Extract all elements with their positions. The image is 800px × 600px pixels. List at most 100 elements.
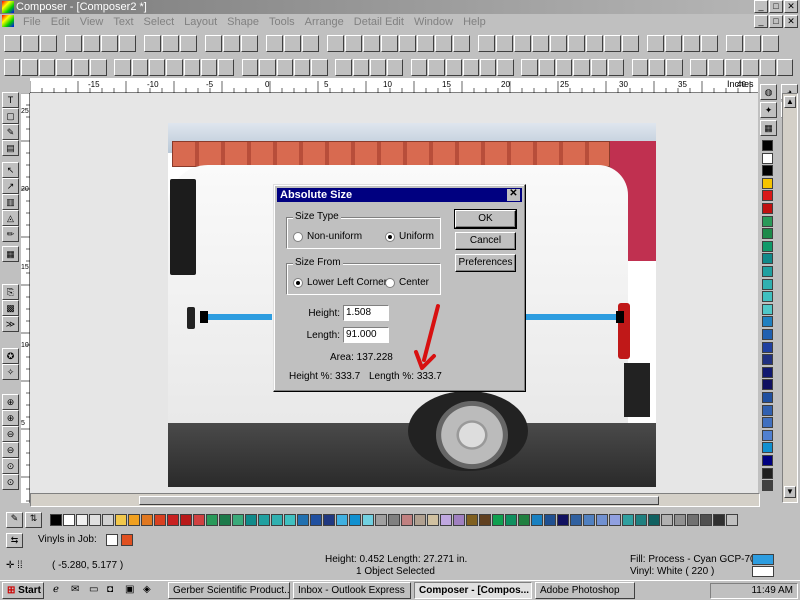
bottom-palette-swatch[interactable] xyxy=(206,514,218,526)
right-palette-swatch[interactable] xyxy=(762,417,773,429)
close-button[interactable]: ✕ xyxy=(784,0,798,13)
right-palette-swatch[interactable] xyxy=(762,442,773,454)
shape-tool-icon-25[interactable] xyxy=(462,58,480,76)
main-tool-icon-10[interactable] xyxy=(205,34,222,52)
shape-tool-icon-31[interactable] xyxy=(573,58,590,76)
mdi-minimize-button[interactable]: _ xyxy=(754,15,768,28)
shape-tool-icon-16[interactable] xyxy=(293,58,311,76)
shape-tool-icon-4[interactable] xyxy=(73,58,90,76)
bottom-palette-swatch[interactable] xyxy=(310,514,322,526)
bottom-palette-swatch[interactable] xyxy=(245,514,257,526)
bottom-palette-swatch[interactable] xyxy=(596,514,608,526)
ie-icon[interactable]: ℯ xyxy=(53,582,69,599)
document-icon[interactable] xyxy=(2,15,14,27)
color-wizard-button[interactable]: ✦ xyxy=(760,102,777,118)
left-tool-icon-1[interactable]: ▢ xyxy=(2,108,19,124)
shape-tool-icon-19[interactable] xyxy=(352,58,369,76)
main-tool-icon-1[interactable] xyxy=(22,34,39,52)
right-palette-swatch[interactable] xyxy=(762,291,773,303)
bottom-palette-swatch[interactable] xyxy=(323,514,335,526)
mdi-close-button[interactable]: ✕ xyxy=(784,15,798,28)
vinyl-swatch-white[interactable] xyxy=(106,534,118,546)
radio-center[interactable]: Center xyxy=(385,277,429,288)
shape-tool-icon-40[interactable] xyxy=(742,58,759,76)
main-tool-icon-12[interactable] xyxy=(241,34,258,52)
main-tool-icon-25[interactable] xyxy=(496,34,513,52)
right-palette-swatch[interactable] xyxy=(762,165,773,177)
horizontal-scrollbar[interactable] xyxy=(30,493,760,507)
main-tool-icon-5[interactable] xyxy=(101,34,118,52)
bottom-palette-swatch[interactable] xyxy=(336,514,348,526)
menu-tools[interactable]: Tools xyxy=(264,16,300,28)
shape-tool-icon-8[interactable] xyxy=(148,58,166,76)
mdi-restore-button[interactable]: □ xyxy=(769,15,783,28)
right-palette-swatch[interactable] xyxy=(762,341,773,353)
bottom-palette-swatch[interactable] xyxy=(713,514,725,526)
menu-view[interactable]: View xyxy=(75,16,109,28)
selection-handle-left[interactable] xyxy=(200,311,208,323)
main-tool-icon-27[interactable] xyxy=(532,34,549,52)
height-input[interactable]: 1.508 xyxy=(343,305,389,321)
radio-lower-left-corner[interactable]: Lower Left Corner xyxy=(293,277,387,288)
right-palette-swatch[interactable] xyxy=(762,480,773,492)
shape-tool-icon-3[interactable] xyxy=(55,58,73,76)
bottom-palette-swatch[interactable] xyxy=(687,514,699,526)
right-palette-swatch[interactable] xyxy=(762,215,773,227)
bottom-palette-swatch[interactable] xyxy=(479,514,491,526)
blue-stripe-left[interactable] xyxy=(204,314,272,320)
bottom-palette-swatch[interactable] xyxy=(232,514,244,526)
bottom-palette-swatch[interactable] xyxy=(362,514,374,526)
task-composer[interactable]: Composer - [Compos... xyxy=(414,582,532,599)
main-tool-icon-9[interactable] xyxy=(180,34,197,52)
shape-tool-icon-36[interactable] xyxy=(666,58,683,76)
right-palette-swatch[interactable] xyxy=(762,266,773,277)
shape-tool-icon-26[interactable] xyxy=(480,58,497,76)
main-tool-icon-3[interactable] xyxy=(65,34,82,52)
right-palette-swatch[interactable] xyxy=(762,190,773,202)
left-tool-icon-12[interactable]: ≫ xyxy=(2,316,19,332)
vinyl-swatch-red[interactable] xyxy=(121,534,133,546)
palette-swap-button[interactable]: ⇅ xyxy=(25,512,42,528)
shape-tool-icon-10[interactable] xyxy=(183,58,200,76)
grid-toggle-button[interactable]: ▦ xyxy=(760,120,777,136)
main-tool-icon-21[interactable] xyxy=(417,34,434,52)
bottom-palette-swatch[interactable] xyxy=(401,514,413,526)
main-tool-icon-17[interactable] xyxy=(345,34,362,52)
radio-lower-left-dot[interactable] xyxy=(293,277,303,288)
main-tool-icon-13[interactable] xyxy=(266,34,283,52)
right-palette-swatch[interactable] xyxy=(762,228,773,240)
bottom-palette-swatch[interactable] xyxy=(128,514,140,526)
app-icon[interactable] xyxy=(2,1,14,13)
radio-uniform-dot[interactable] xyxy=(385,231,395,242)
bottom-palette-swatch[interactable] xyxy=(453,514,465,526)
menu-detail-edit[interactable]: Detail Edit xyxy=(349,16,409,28)
right-palette-swatch[interactable] xyxy=(762,329,773,340)
fill-tool-button[interactable]: ◍ xyxy=(760,84,777,100)
radio-non-uniform-dot[interactable] xyxy=(293,231,303,242)
shape-tool-icon-13[interactable] xyxy=(242,58,259,76)
bottom-palette-swatch[interactable] xyxy=(518,514,530,526)
bottom-palette-swatch[interactable] xyxy=(180,514,192,526)
bottom-palette-swatch[interactable] xyxy=(115,514,127,526)
right-palette-swatch[interactable] xyxy=(762,366,773,378)
menu-select[interactable]: Select xyxy=(139,16,180,28)
bottom-palette-swatch[interactable] xyxy=(635,514,647,526)
task-photoshop[interactable]: Adobe Photoshop xyxy=(535,582,635,599)
main-tool-icon-28[interactable] xyxy=(550,34,567,52)
main-tool-icon-24[interactable] xyxy=(478,34,495,52)
left-tool-icon-18[interactable]: ⊖ xyxy=(2,442,19,458)
dialog-close-button[interactable]: ✕ xyxy=(507,189,520,201)
main-tool-icon-18[interactable] xyxy=(363,34,380,52)
shape-tool-icon-28[interactable] xyxy=(521,58,538,76)
task-gerber[interactable]: Gerber Scientific Product... xyxy=(168,582,290,599)
main-tool-icon-29[interactable] xyxy=(568,34,585,52)
bottom-palette-swatch[interactable] xyxy=(154,514,166,526)
shape-tool-icon-11[interactable] xyxy=(200,58,218,76)
cancel-button[interactable]: Cancel xyxy=(455,232,516,250)
length-input[interactable]: 91.000 xyxy=(343,327,389,343)
bottom-palette-swatch[interactable] xyxy=(284,514,296,526)
shape-tool-icon-1[interactable] xyxy=(21,58,38,76)
left-tool-icon-16[interactable]: ⊕ xyxy=(2,410,19,426)
menu-shape[interactable]: Shape xyxy=(222,16,264,28)
bottom-palette-swatch[interactable] xyxy=(427,514,439,526)
